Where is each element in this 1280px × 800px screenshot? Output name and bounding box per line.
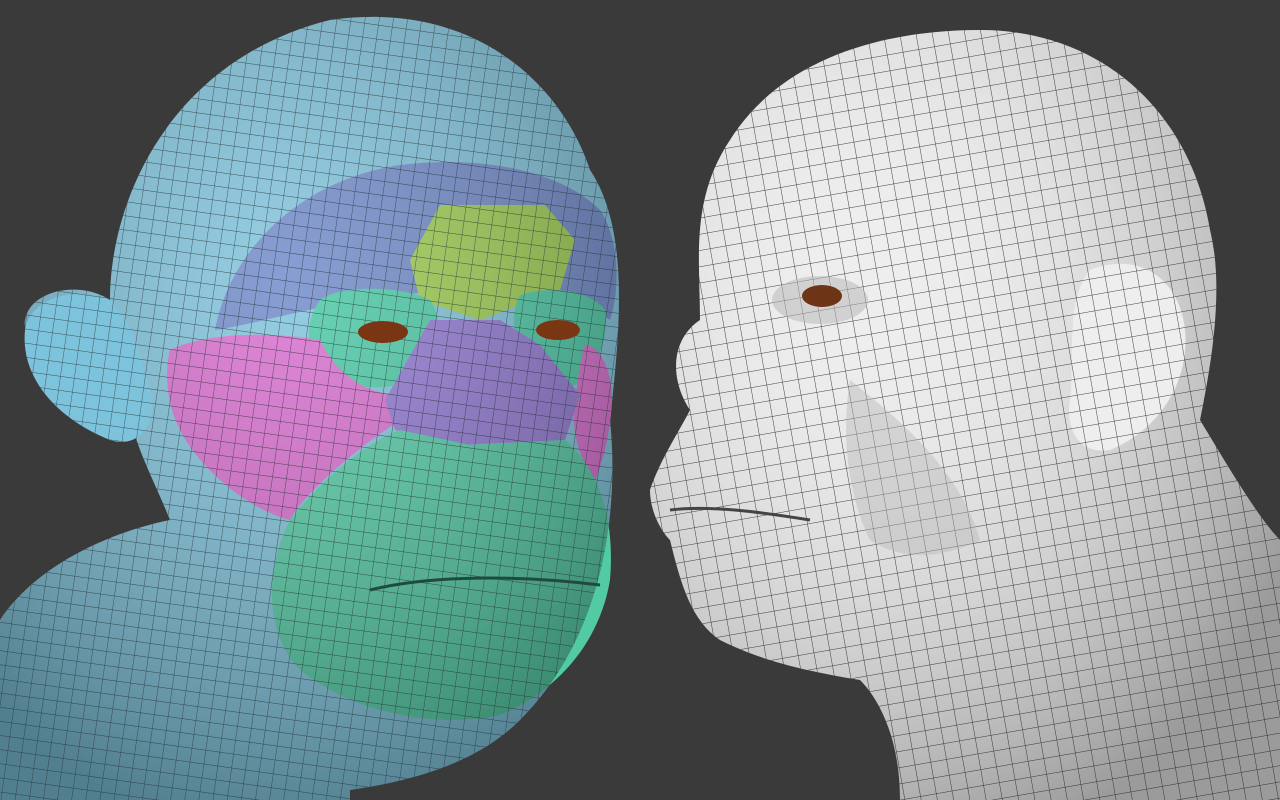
left-head-eye-left (358, 321, 408, 343)
sculpt-scene (0, 0, 1280, 800)
viewport[interactable] (0, 0, 1280, 800)
right-head-eye (802, 285, 842, 307)
left-head-eye-right (536, 320, 580, 340)
